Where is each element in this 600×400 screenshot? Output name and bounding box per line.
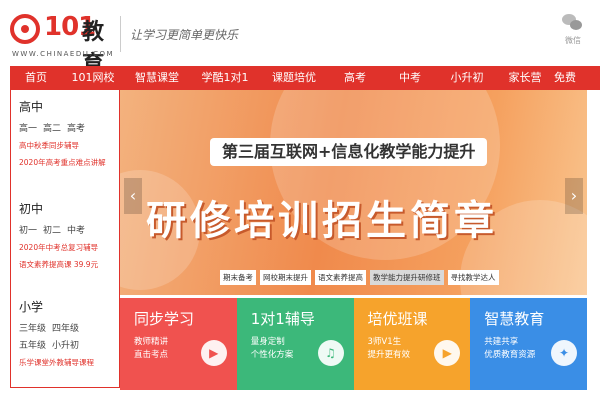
nav-item-one-on-one[interactable]: 学酷1对1 xyxy=(190,66,260,90)
grade-link[interactable]: 高二 xyxy=(43,124,61,134)
grade-link[interactable]: 高考 xyxy=(67,124,85,134)
sidebar-section-title: 高中 xyxy=(19,100,44,114)
nav-item-smart-class[interactable]: 智慧课堂 xyxy=(124,66,190,90)
wechat-link[interactable]: 微信 xyxy=(560,14,586,46)
grade-link[interactable]: 高一 xyxy=(19,124,37,134)
grade-link[interactable]: 四年级 xyxy=(52,324,79,334)
smart-brain-icon: ✦ xyxy=(551,340,577,366)
card-one-on-one[interactable]: 1对1辅导 量身定制 个性化方案 ♫ xyxy=(236,298,354,390)
nav-item-gaokao[interactable]: 高考 xyxy=(328,66,382,90)
nav-item-home[interactable]: 首页 xyxy=(10,66,62,90)
card-title: 培优班课 xyxy=(367,310,428,328)
card-title: 智慧教育 xyxy=(484,310,545,328)
sidebar-section-primary-school: 小学 三年级 四年级 五年级 小升初 乐学课堂外教辅导课程 xyxy=(19,298,94,368)
service-cards: 同步学习 教师精讲 直击考点 ▶ 1对1辅导 量身定制 个性化方案 ♫ 培优班课… xyxy=(120,298,587,390)
nav-item-course-training[interactable]: 课题培优 xyxy=(260,66,328,90)
banner-tab[interactable]: 期末备考 xyxy=(220,270,256,285)
grade-link[interactable]: 三年级 xyxy=(19,324,46,334)
sidebar-promo-link[interactable]: 语文素养提高课 39.9元 xyxy=(19,259,98,270)
site-logo[interactable]: 101 教育 WWW.CHINAEDU.COM xyxy=(10,12,115,77)
sidebar-promo-link[interactable]: 高中秋季同步辅导 xyxy=(19,140,106,151)
sidebar-section-high-school: 高中 高一 高二 高考 高中秋季同步辅导 2020年高考重点难点讲解 xyxy=(19,98,106,168)
headset-icon: ♫ xyxy=(317,340,344,366)
hero-banner[interactable]: 第三届互联网+信息化教学能力提升 研修培训招生简章 ‹ › 期末备考 网校期末提… xyxy=(120,90,587,295)
banner-tab[interactable]: 语文素养提高 xyxy=(315,270,366,285)
grade-link[interactable]: 五年级 xyxy=(19,341,46,351)
grade-link[interactable]: 初一 xyxy=(19,226,37,236)
sidebar-promo-link[interactable]: 2020年中考总复习辅导 xyxy=(19,242,98,253)
slogan: 让学习更简单更快乐 xyxy=(130,28,239,42)
main-nav: 首页 101网校 智慧课堂 学酷1对1 课题培优 高考 中考 小升初 家长营 免… xyxy=(10,66,600,90)
card-smart-education[interactable]: 智慧教育 共建共享 优质教育资源 ✦ xyxy=(470,298,587,390)
sidebar-section-title: 初中 xyxy=(19,202,44,216)
nav-item-xiaoshengchu[interactable]: 小升初 xyxy=(438,66,496,90)
play-book-icon: ▶ xyxy=(200,340,227,366)
banner-tab[interactable]: 寻找教学达人 xyxy=(447,270,499,285)
banner-title: 研修培训招生简章 xyxy=(146,198,498,244)
banner-tab[interactable]: 网校期末提升 xyxy=(260,270,311,285)
grade-link[interactable]: 中考 xyxy=(67,226,85,236)
banner-tabs: 期末备考 网校期末提升 语文素养提高 教学能力提升研修班 寻找教学达人 xyxy=(220,270,499,285)
play-icon: ▶ xyxy=(434,340,461,366)
grade-link[interactable]: 初二 xyxy=(43,226,61,236)
grade-link[interactable]: 小升初 xyxy=(52,341,79,351)
banner-next-arrow-icon[interactable]: › xyxy=(565,178,583,214)
banner-prev-arrow-icon[interactable]: ‹ xyxy=(124,178,142,214)
sidebar-promo-link[interactable]: 乐学课堂外教辅导课程 xyxy=(19,357,94,368)
logo-domain: WWW.CHINAEDU.COM xyxy=(12,50,115,58)
banner-headline: 第三届互联网+信息化教学能力提升 xyxy=(210,138,488,166)
sidebar-section-middle-school: 初中 初一 初二 中考 2020年中考总复习辅导 语文素养提高课 39.9元 xyxy=(19,200,98,270)
nav-item-free[interactable]: 免费 xyxy=(554,66,592,90)
sidebar-section-title: 小学 xyxy=(19,300,44,314)
wechat-label: 微信 xyxy=(565,36,581,45)
grade-sidebar: 高中 高一 高二 高考 高中秋季同步辅导 2020年高考重点难点讲解 初中 初一 初二… xyxy=(10,90,120,388)
wechat-icon xyxy=(562,14,584,32)
nav-item-parents[interactable]: 家长营 xyxy=(496,66,554,90)
banner-tab-active[interactable]: 教学能力提升研修班 xyxy=(370,270,444,285)
logo-mark-icon xyxy=(10,14,40,44)
sidebar-promo-link[interactable]: 2020年高考重点难点讲解 xyxy=(19,157,106,168)
card-title: 1对1辅导 xyxy=(250,310,315,328)
nav-item-online-school[interactable]: 101网校 xyxy=(62,66,124,90)
site-header: 101 教育 WWW.CHINAEDU.COM 让学习更简单更快乐 微信 xyxy=(0,0,600,77)
card-class-training[interactable]: 培优班课 3师V1生 提升更有效 ▶ xyxy=(353,298,471,390)
nav-item-zhongkao[interactable]: 中考 xyxy=(382,66,438,90)
card-title: 同步学习 xyxy=(134,310,195,328)
card-sync-learning[interactable]: 同步学习 教师精讲 直击考点 ▶ xyxy=(120,298,237,390)
header-divider xyxy=(120,16,121,52)
